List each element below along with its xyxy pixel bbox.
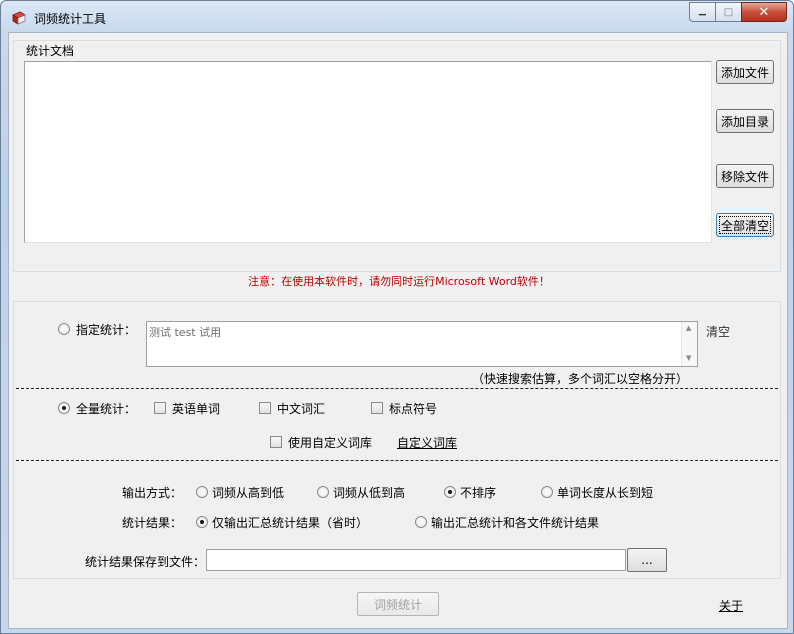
window-title: 词频统计工具 bbox=[34, 12, 107, 26]
options-group: 指定统计： 测试 test 试用 ▲ ▼ 清空 （快速搜索估算，多个词汇以空格分… bbox=[13, 301, 781, 579]
specified-words-text: 测试 test 试用 bbox=[149, 326, 222, 339]
full-stat-label: 全量统计： bbox=[76, 402, 137, 416]
summary-only-radio[interactable] bbox=[196, 516, 208, 528]
specified-words-input[interactable]: 测试 test 试用 ▲ ▼ bbox=[146, 321, 698, 367]
client-area: 统计文档 添加文件 添加目录 移除文件 全部清空 注意：在使用本软件时，请勿同时… bbox=[8, 32, 788, 629]
english-words-label: 英语单词 bbox=[172, 402, 221, 416]
sort-by-length-label: 单词长度从长到短 bbox=[557, 486, 654, 500]
about-link[interactable]: 关于 bbox=[719, 597, 743, 614]
document-list[interactable] bbox=[24, 61, 712, 243]
add-file-button[interactable]: 添加文件 bbox=[716, 60, 774, 84]
word-warning-notice: 注意：在使用本软件时，请勿同时运行Microsoft Word软件！ bbox=[248, 275, 550, 288]
custom-dict-checkbox[interactable] bbox=[270, 436, 282, 448]
summary-and-files-radio[interactable] bbox=[415, 516, 427, 528]
divider-2 bbox=[16, 460, 778, 461]
words-scrollbar[interactable]: ▲ ▼ bbox=[681, 322, 697, 366]
sort-low-to-high-label: 词频从低到高 bbox=[333, 486, 406, 500]
save-file-label: 统计结果保存到文件： bbox=[85, 555, 206, 569]
specified-stat-radio[interactable] bbox=[58, 323, 70, 335]
full-stat-radio[interactable] bbox=[58, 402, 70, 414]
custom-dict-link[interactable]: 自定义词库 bbox=[397, 434, 457, 451]
book-icon bbox=[12, 11, 26, 25]
chinese-words-label: 中文词汇 bbox=[277, 402, 326, 416]
documents-group: 统计文档 添加文件 添加目录 移除文件 全部清空 bbox=[13, 40, 781, 272]
output-mode-label: 输出方式： bbox=[122, 486, 183, 500]
close-button[interactable]: ✕ bbox=[741, 2, 787, 22]
english-words-checkbox[interactable] bbox=[154, 402, 166, 414]
sort-high-to-low-label: 词频从高到低 bbox=[212, 486, 285, 500]
punctuation-label: 标点符号 bbox=[389, 402, 438, 416]
caption-buttons: ▁ □ ✕ bbox=[689, 2, 787, 22]
chinese-words-checkbox[interactable] bbox=[259, 402, 271, 414]
sort-low-to-high-radio[interactable] bbox=[317, 486, 329, 498]
sort-high-to-low-radio[interactable] bbox=[196, 486, 208, 498]
sort-by-length-radio[interactable] bbox=[541, 486, 553, 498]
maximize-icon: □ bbox=[723, 6, 734, 18]
browse-button[interactable]: ... bbox=[627, 548, 667, 572]
punctuation-checkbox[interactable] bbox=[371, 402, 383, 414]
run-stat-button[interactable]: 词频统计 bbox=[357, 592, 439, 616]
summary-and-files-label: 输出汇总统计和各文件统计结果 bbox=[431, 516, 600, 530]
documents-group-label: 统计文档 bbox=[24, 42, 77, 59]
maximize-button[interactable]: □ bbox=[715, 2, 741, 22]
minimize-button[interactable]: ▁ bbox=[689, 2, 715, 22]
no-sort-label: 不排序 bbox=[460, 486, 497, 500]
add-directory-button[interactable]: 添加目录 bbox=[716, 109, 774, 133]
save-file-input[interactable] bbox=[206, 549, 626, 571]
clear-all-button[interactable]: 全部清空 bbox=[716, 213, 774, 237]
result-label: 统计结果： bbox=[122, 516, 183, 530]
divider-1 bbox=[16, 388, 778, 389]
scroll-down-icon[interactable]: ▼ bbox=[686, 354, 691, 362]
scroll-up-icon[interactable]: ▲ bbox=[686, 324, 691, 332]
close-icon: ✕ bbox=[758, 4, 770, 20]
custom-dict-label: 使用自定义词库 bbox=[288, 436, 373, 450]
clear-words-link[interactable]: 清空 bbox=[706, 323, 730, 340]
no-sort-radio[interactable] bbox=[444, 486, 456, 498]
app-window: 词频统计工具 ▁ □ ✕ 统计文档 添加文件 添加目录 移除文件 全部清空 注意… bbox=[0, 0, 794, 634]
title-bar[interactable]: 词频统计工具 ▁ □ ✕ bbox=[1, 1, 793, 33]
minimize-icon: ▁ bbox=[699, 6, 706, 16]
summary-only-label: 仅输出汇总统计结果（省时） bbox=[212, 516, 369, 530]
specified-hint: （快速搜索估算，多个词汇以空格分开） bbox=[472, 372, 689, 386]
specified-stat-label: 指定统计： bbox=[76, 323, 137, 337]
remove-file-button[interactable]: 移除文件 bbox=[716, 164, 774, 188]
